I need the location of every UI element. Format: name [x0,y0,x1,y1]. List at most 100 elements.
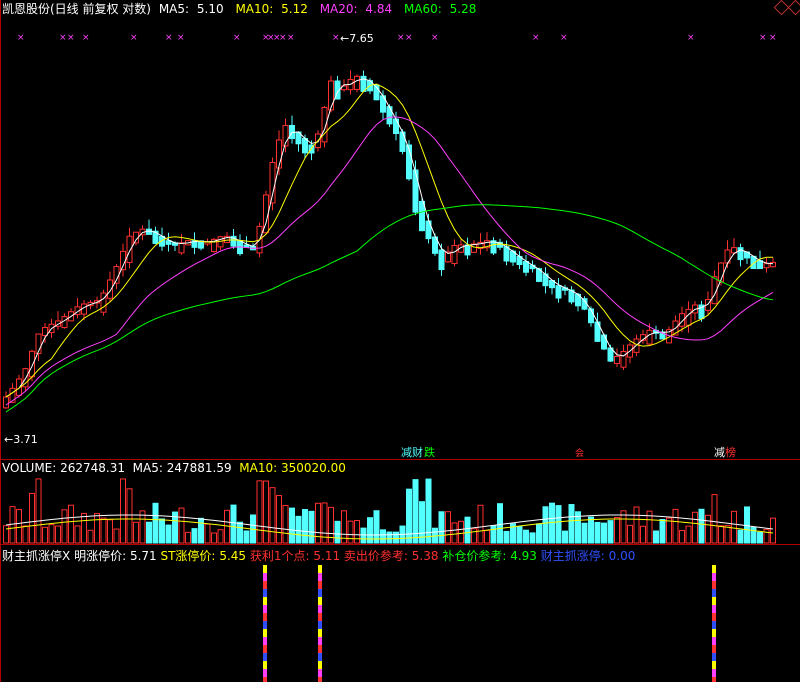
volume-bar [386,531,393,544]
candle-body [464,244,471,256]
candle-body [126,235,133,263]
signal-bar [263,677,267,682]
signal-bar [318,613,322,621]
ma20-legend: MA20: 4.84 [320,2,396,16]
signal-marker: × [687,33,695,43]
volume-bar [302,509,308,544]
signal-bar [318,669,322,677]
volume-legend: VOLUME: 262748.31 MA5: 247881.59 MA10: 3… [2,461,346,475]
volume-bar [198,517,204,544]
volume-bar [562,530,568,544]
signal-bar [263,621,267,629]
candle-body [646,329,653,345]
signal-marker: × [431,33,439,43]
signal-marker: × [287,33,295,43]
signal-bar [712,565,716,573]
ma10-line [5,83,774,398]
volume-label: VOLUME: [2,461,57,475]
volume-bar [74,525,81,544]
ma20-label: MA20: [319,2,358,16]
volume-bar [360,527,367,544]
volume-bar [276,495,282,544]
signal-bar [263,629,267,637]
volume-bar [516,526,523,544]
candle-body [685,308,692,326]
volume-bar [536,523,542,544]
volume-bar [269,487,276,544]
volume-bar [68,504,74,544]
signal-marker: × [560,33,568,43]
volume-bar [243,530,250,544]
volume-bar [718,525,724,544]
volume-bar [633,506,640,544]
signal-bar [318,597,322,605]
candle-body [3,396,9,409]
signal-marker: × [397,33,405,43]
candle-body [503,246,510,262]
volume-bar [282,505,289,544]
candle-body [178,242,185,254]
candle-body [100,292,107,313]
signal-marker: × [67,33,75,43]
volume-bar [22,525,29,544]
candle-body [393,118,399,135]
volume-bar [256,480,263,544]
volume-bar [523,529,529,544]
signal-bar [318,581,322,589]
indicator-name: 财主抓涨停X [2,549,71,563]
candle-body [354,75,360,90]
signal-bar [712,653,716,661]
signal-bar [263,661,267,669]
volume-bar [87,529,94,544]
volume-bar [211,532,217,544]
signal-bar [263,565,267,573]
kline-chart[interactable]: × × × × × × × × ×××× × × × × × × × × × × [0,0,800,682]
volume-bar [380,529,386,544]
vol-ma5-value: 247881.59 [166,461,232,475]
volume-bar [744,506,750,544]
volume-bar [126,488,133,544]
annotation-tag[interactable]: 跌 [423,444,436,460]
signal-bar [318,629,322,637]
low-price-label: ←3.71 [4,433,38,446]
volume-bar [133,521,139,544]
ma10-legend: MA10: 5.12 [235,2,311,16]
volume-bar [100,517,107,544]
volume-bar [698,508,705,544]
signal-bar [263,605,267,613]
volume-bar [308,510,315,544]
signal-bar [263,573,267,581]
signal-bar [318,573,322,581]
volume-bar [289,507,295,544]
main-legend: 凯恩股份(日线 前复权 对数) MA5: 5.10 MA10: 5.12 MA2… [2,1,484,17]
volume-bar [763,528,770,544]
volume-bar [295,515,302,544]
volume-bar [464,516,471,544]
candle-body [523,261,529,273]
signal-bar [263,645,267,653]
volume-bar [627,524,633,544]
signal-marker: × [177,33,185,43]
vol-ma10-value: 350020.00 [281,461,346,475]
volume-bar [185,531,191,544]
signal-marker: × [279,33,287,43]
signal-bar [712,637,716,645]
signal-bar [318,677,322,682]
volume-bar [48,524,55,544]
candle-body [601,334,607,350]
volume-bar [393,531,399,544]
signal-bar [712,573,716,581]
annotation-tag[interactable]: 会 [574,446,585,459]
volume-bar [555,505,562,544]
volume-bar [263,480,269,544]
ma10-value: 5.12 [281,2,308,16]
signal-bar [712,661,716,669]
signal-bar [263,597,267,605]
ma5-value: 5.10 [196,2,224,16]
annotation-tag[interactable]: 减榜 [713,444,737,460]
volume-bar [347,520,354,544]
volume-bar [594,521,601,544]
high-price-label: ←7.65 [340,32,374,45]
annotation-tag[interactable]: 减财 [400,444,424,460]
volume-bar [724,525,731,544]
